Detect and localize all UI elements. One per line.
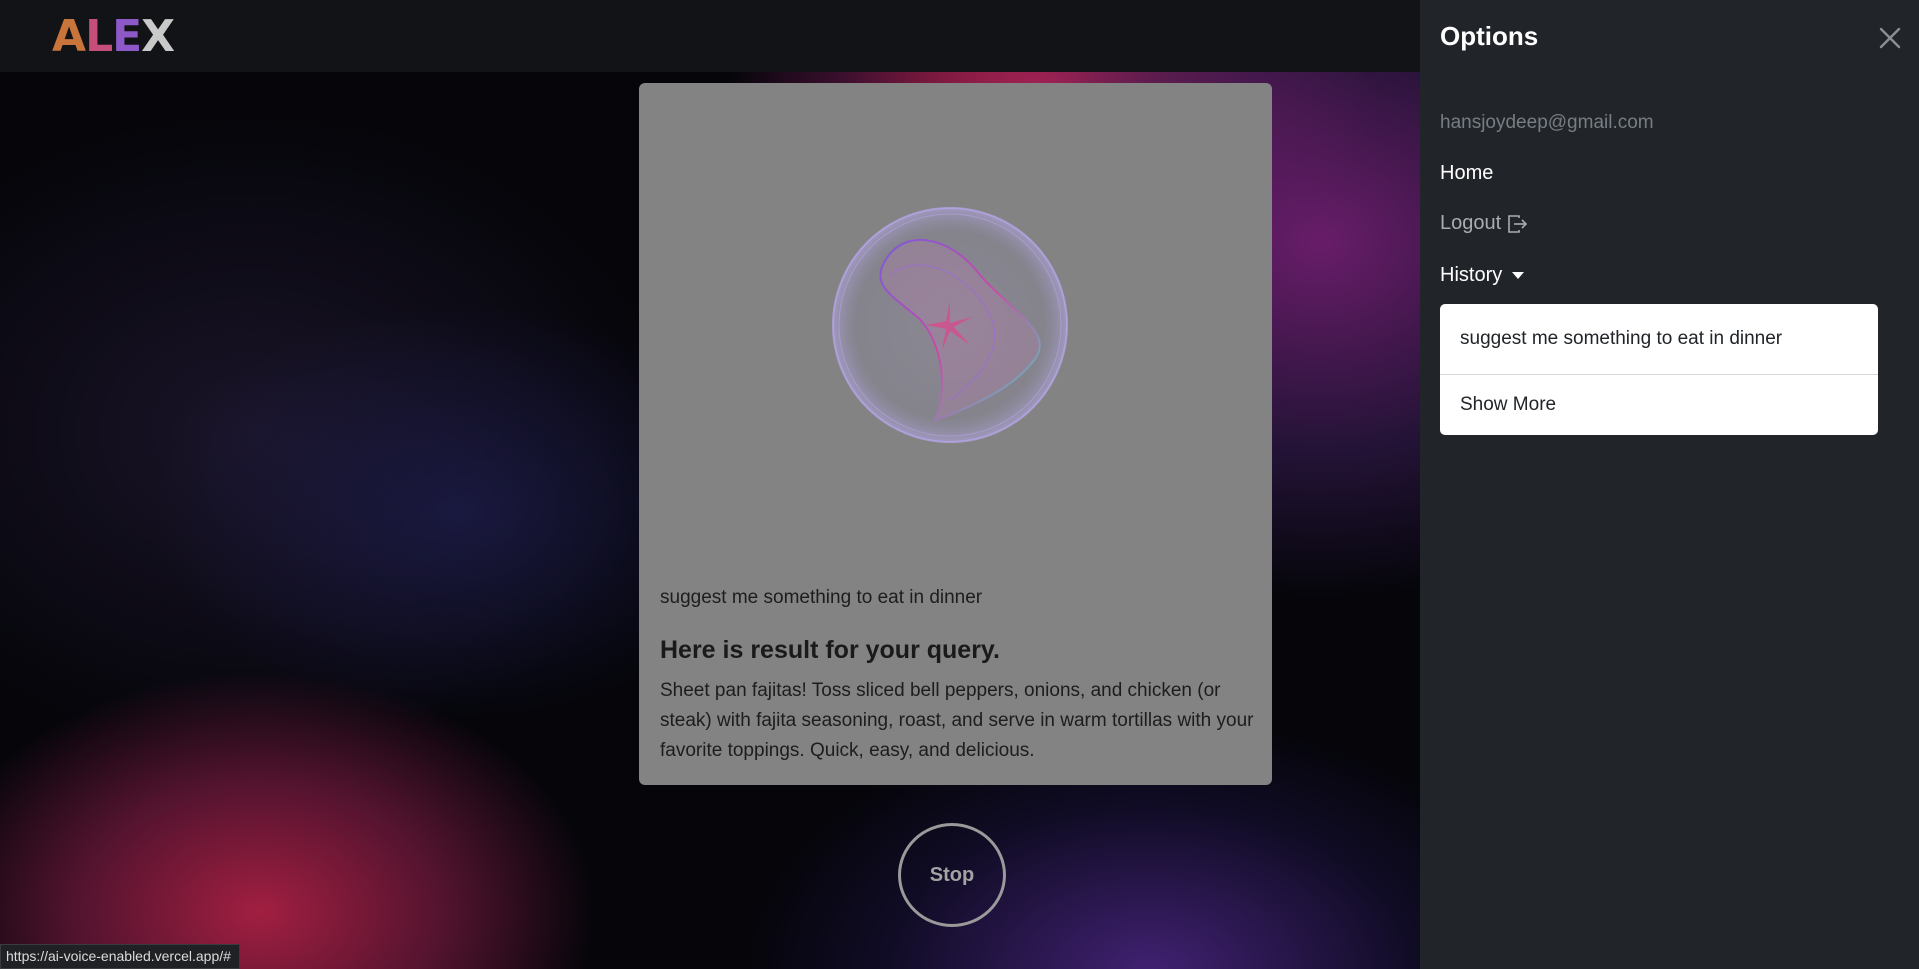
sidebar-title: Options bbox=[1440, 21, 1539, 51]
voice-orb bbox=[832, 207, 1068, 443]
logo-letter: A bbox=[52, 11, 86, 62]
history-item[interactable]: suggest me something to eat in dinner bbox=[1440, 304, 1878, 374]
page: ALEX suggest me something to eat in dinn… bbox=[0, 0, 1919, 969]
result-heading: Here is result for your query. bbox=[660, 636, 1000, 664]
logout-label: Logout bbox=[1440, 212, 1502, 234]
caret-down-icon bbox=[1512, 272, 1525, 279]
logo-letter: L bbox=[85, 11, 113, 62]
logo-letter: E bbox=[112, 11, 142, 62]
options-sidebar: Options hansjoydeep@gmail.com Home Logou… bbox=[1420, 0, 1919, 969]
user-email: hansjoydeep@gmail.com bbox=[1440, 112, 1654, 133]
nav-logout-link[interactable]: Logout bbox=[1440, 212, 1528, 235]
show-more-button[interactable]: Show More bbox=[1440, 375, 1878, 435]
result-card: suggest me something to eat in dinner He… bbox=[639, 83, 1272, 785]
history-dropdown-menu: suggest me something to eat in dinner Sh… bbox=[1440, 304, 1878, 435]
top-navbar: ALEX bbox=[0, 0, 1420, 72]
query-text: suggest me something to eat in dinner bbox=[660, 587, 983, 608]
result-body: Sheet pan fajitas! Toss sliced bell pepp… bbox=[660, 680, 1254, 761]
logout-icon bbox=[1508, 214, 1528, 233]
nav-home-link[interactable]: Home bbox=[1440, 162, 1493, 185]
status-bar-url: https://ai-voice-enabled.vercel.app/# bbox=[0, 944, 240, 969]
stop-button[interactable]: Stop bbox=[898, 823, 1006, 927]
logo[interactable]: ALEX bbox=[52, 11, 175, 62]
history-label: History bbox=[1440, 264, 1503, 286]
logo-letter: X bbox=[141, 11, 175, 62]
close-icon[interactable] bbox=[1876, 24, 1904, 52]
history-dropdown-toggle[interactable]: History bbox=[1440, 264, 1525, 287]
